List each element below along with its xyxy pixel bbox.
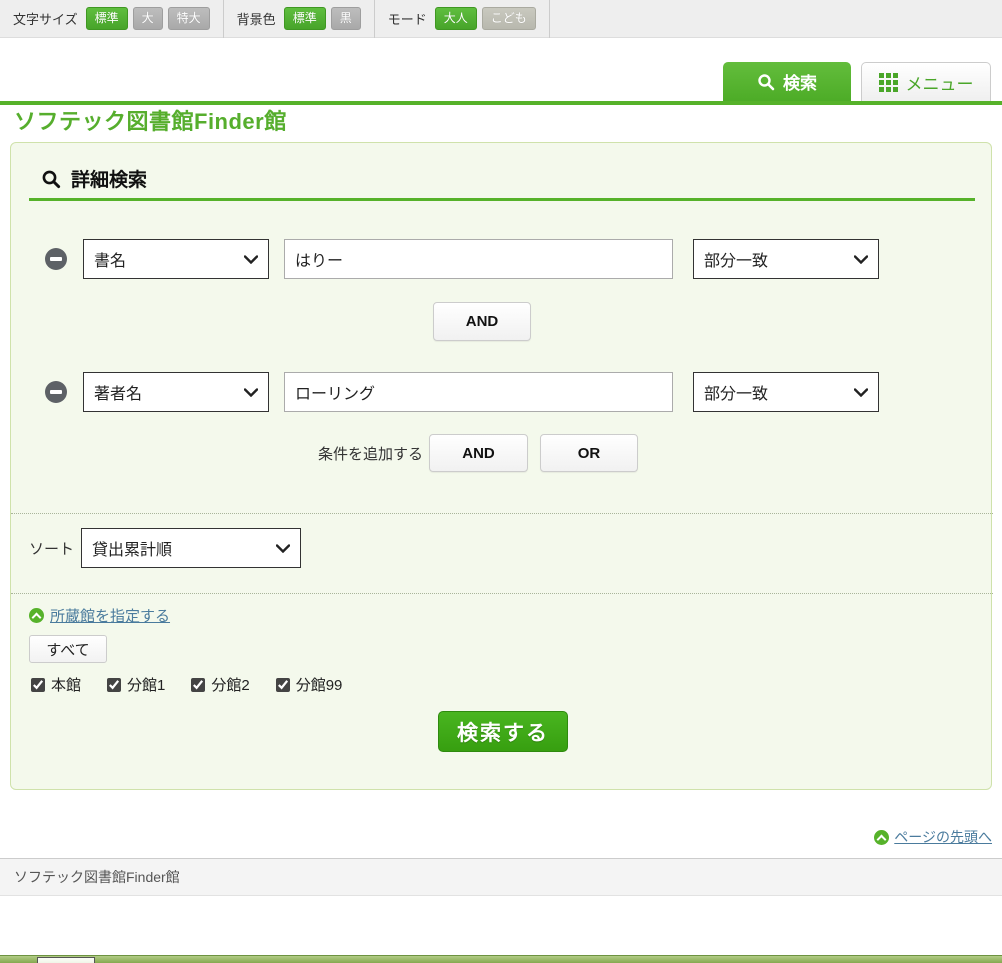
chevron-down-icon [244, 388, 258, 397]
bottom-cutoff-bar [0, 955, 1002, 963]
toolbar-separator [549, 0, 550, 38]
page-top-link[interactable]: ページの先頭へ [874, 827, 992, 847]
bottom-cutoff-element [37, 957, 95, 963]
checkbox[interactable] [276, 678, 290, 692]
match-type-select[interactable]: 部分一致 [693, 372, 879, 412]
bg-black-button[interactable]: 黒 [331, 7, 361, 29]
sort-select-value: 貸出累計順 [92, 536, 172, 560]
chevron-down-icon [244, 255, 258, 264]
add-condition-row: 条件を追加する AND OR [11, 434, 993, 473]
font-size-label: 文字サイズ [13, 9, 78, 28]
add-and-button[interactable]: AND [429, 434, 528, 472]
sort-row: ソート 貸出累計順 [11, 528, 993, 568]
panel-title-underline [29, 198, 975, 201]
chevron-down-icon [276, 544, 290, 553]
select-all-button[interactable]: すべて [29, 635, 107, 663]
library-checkbox-bunkan99[interactable]: 分館99 [276, 674, 343, 695]
accessibility-toolbar: 文字サイズ 標準 大 特大 背景色 標準 黒 モード 大人 こども [0, 0, 1002, 38]
divider [11, 593, 993, 594]
menu-grid-icon [879, 73, 898, 92]
checkbox-label: 本館 [51, 674, 81, 695]
remove-condition-icon[interactable] [45, 248, 67, 270]
mode-group: モード 大人 こども [375, 0, 549, 38]
checkbox-label: 分館99 [296, 674, 343, 695]
field-select[interactable]: 書名 [83, 239, 269, 279]
field-select-value: 書名 [94, 247, 126, 271]
advanced-search-panel: 詳細検索 書名 部分一致 AND 著者名 [10, 142, 992, 790]
add-condition-label: 条件を追加する [318, 443, 423, 464]
search-icon [757, 73, 775, 91]
font-size-xlarge-button[interactable]: 特大 [168, 7, 210, 29]
site-title: ソフテック図書館Finder館 [14, 104, 287, 136]
mode-label: モード [388, 9, 427, 28]
chevron-down-icon [854, 388, 868, 397]
page: 文字サイズ 標準 大 特大 背景色 標準 黒 モード 大人 こども ソフテック図… [0, 0, 1002, 963]
match-type-value: 部分一致 [704, 380, 768, 404]
bg-standard-button[interactable]: 標準 [284, 7, 326, 29]
font-size-large-button[interactable]: 大 [133, 7, 163, 29]
page-top-link-text[interactable]: ページの先頭へ [894, 827, 992, 847]
chevron-down-icon [854, 255, 868, 264]
footer: ソフテック図書館Finder館 [0, 858, 1002, 896]
mode-kids-button[interactable]: こども [482, 7, 536, 29]
add-or-button[interactable]: OR [540, 434, 638, 472]
font-size-group: 文字サイズ 標準 大 特大 [0, 0, 223, 38]
holdings-toggle-link-text[interactable]: 所蔵館を指定する [50, 605, 170, 626]
checkbox[interactable] [31, 678, 45, 692]
keyword-input[interactable] [284, 372, 673, 412]
checkbox[interactable] [191, 678, 205, 692]
sort-label: ソート [29, 538, 74, 559]
search-icon [41, 169, 61, 189]
header-accent-line [0, 101, 1002, 105]
mode-adult-button[interactable]: 大人 [435, 7, 477, 29]
library-checkbox-bunkan2[interactable]: 分館2 [191, 674, 249, 695]
field-select-value: 著者名 [94, 380, 142, 404]
font-size-standard-button[interactable]: 標準 [86, 7, 128, 29]
checkbox[interactable] [107, 678, 121, 692]
remove-condition-icon[interactable] [45, 381, 67, 403]
operator-and-button[interactable]: AND [433, 302, 531, 341]
field-select[interactable]: 著者名 [83, 372, 269, 412]
header: ソフテック図書館Finder館 [0, 38, 1002, 105]
collapse-up-icon [29, 608, 44, 623]
keyword-input[interactable] [284, 239, 673, 279]
divider [11, 513, 993, 514]
tab-menu[interactable]: メニュー [861, 62, 991, 101]
tab-search[interactable]: 検索 [723, 62, 851, 101]
background-color-group: 背景色 標準 黒 [224, 0, 374, 38]
search-submit-button[interactable]: 検索する [438, 711, 568, 752]
library-checkbox-honkan[interactable]: 本館 [31, 674, 81, 695]
condition-row: 書名 部分一致 [11, 239, 993, 279]
library-checkbox-bunkan1[interactable]: 分館1 [107, 674, 165, 695]
match-type-select[interactable]: 部分一致 [693, 239, 879, 279]
tab-search-label: 検索 [783, 69, 817, 94]
holdings-toggle-link[interactable]: 所蔵館を指定する [29, 605, 170, 626]
match-type-value: 部分一致 [704, 247, 768, 271]
checkbox-label: 分館2 [211, 674, 249, 695]
library-checkbox-row: 本館 分館1 分館2 分館99 [31, 674, 342, 695]
footer-site-name: ソフテック図書館Finder館 [14, 867, 180, 887]
tab-menu-label: メニュー [906, 70, 974, 95]
page-top-up-icon [874, 830, 889, 845]
checkbox-label: 分館1 [127, 674, 165, 695]
sort-select[interactable]: 貸出累計順 [81, 528, 301, 568]
condition-row: 著者名 部分一致 [11, 372, 993, 412]
panel-title-text: 詳細検索 [71, 165, 147, 192]
panel-title: 詳細検索 [41, 165, 147, 192]
background-color-label: 背景色 [237, 9, 276, 28]
